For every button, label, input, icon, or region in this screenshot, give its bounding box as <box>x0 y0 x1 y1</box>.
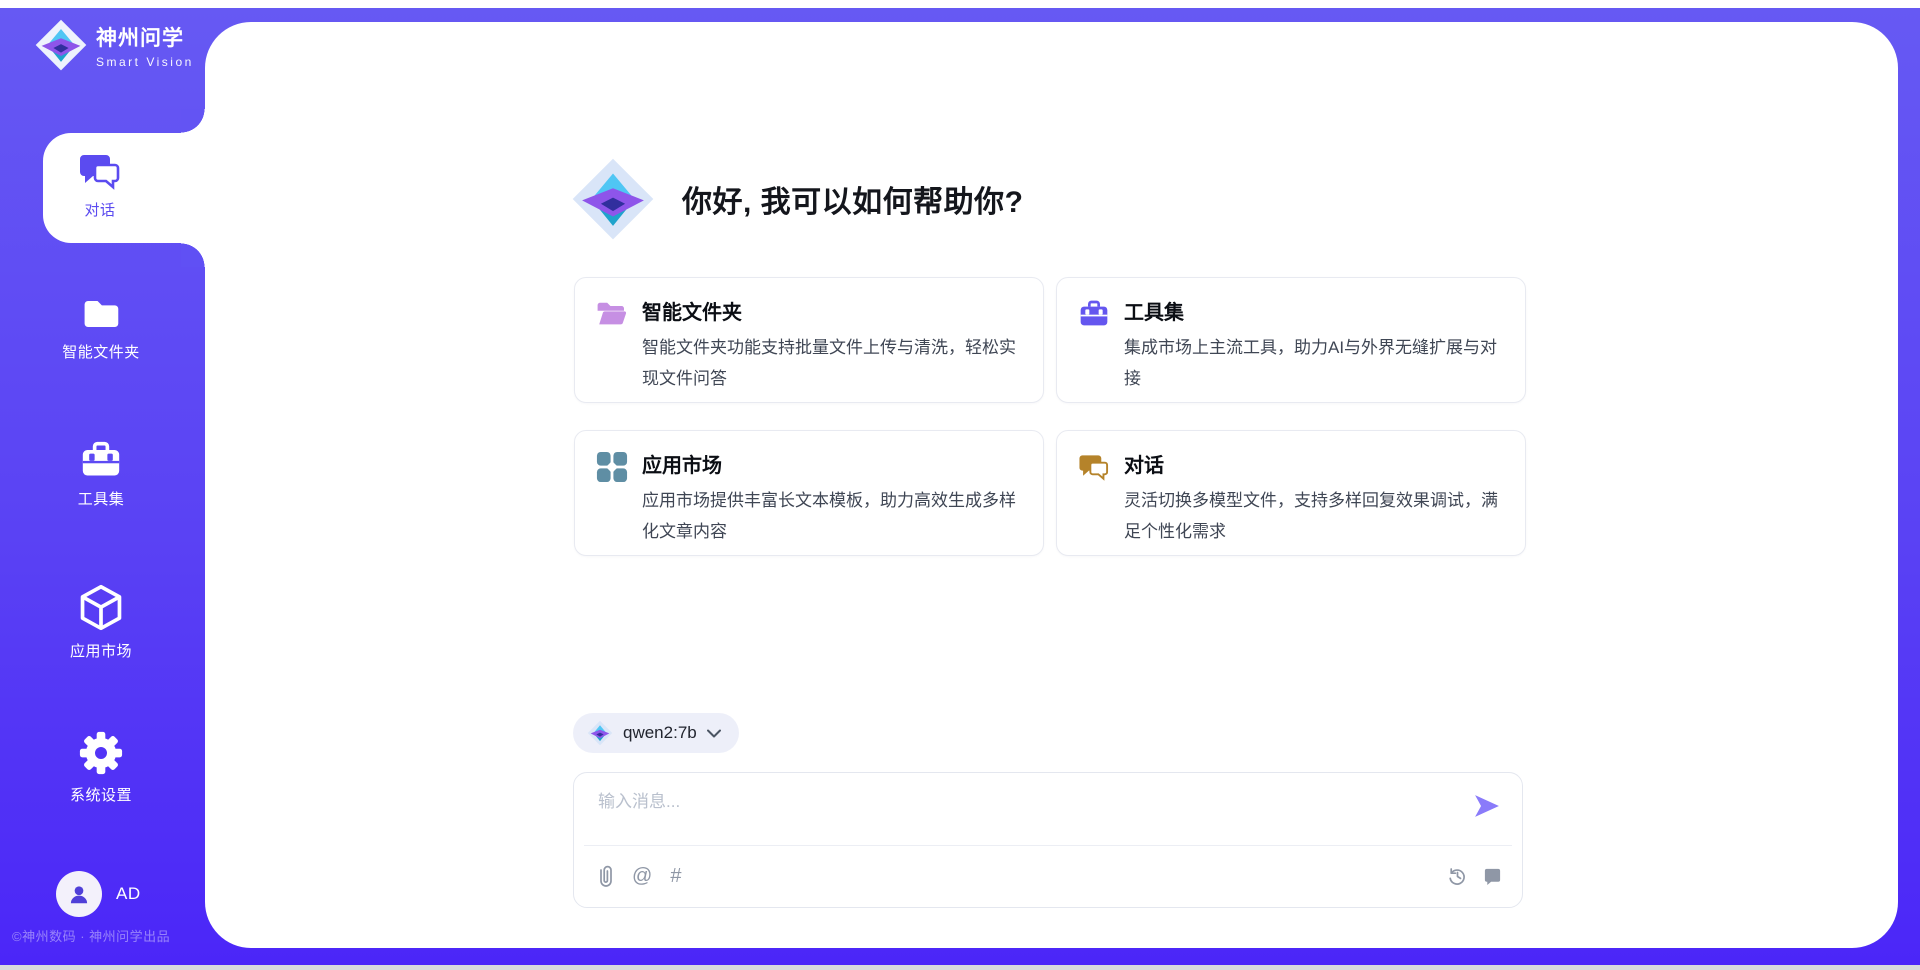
toolbox-icon <box>79 440 123 480</box>
user-account[interactable]: AD <box>56 871 141 917</box>
new-message-button[interactable] <box>1483 867 1502 886</box>
paperclip-icon <box>598 865 614 887</box>
card-toolkit[interactable]: 工具集 集成市场上主流工具，助力AI与外界无缝扩展与对接 <box>1056 277 1526 403</box>
card-description: 应用市场提供丰富长文本模板，助力高效生成多样化文章内容 <box>642 485 1030 547</box>
history-button[interactable] <box>1447 866 1467 886</box>
app-frame: 神州问学 Smart Vision 对话 智能文件夹 <box>0 8 1920 965</box>
model-name: qwen2:7b <box>623 723 697 743</box>
avatar <box>56 871 102 917</box>
sidebar-item-app-market[interactable]: 应用市场 <box>0 584 202 661</box>
folder-icon <box>80 295 122 333</box>
user-initials: AD <box>116 884 141 904</box>
cube-icon <box>78 584 124 632</box>
main-panel: 你好, 我可以如何帮助你? 智能文件夹 智能文件夹功能支持批量文件上传与清洗，轻… <box>205 22 1898 948</box>
sidebar: 神州问学 Smart Vision 对话 智能文件夹 <box>0 8 205 965</box>
chat-bubbles-icon <box>1078 451 1110 483</box>
feature-cards: 智能文件夹 智能文件夹功能支持批量文件上传与清洗，轻松实现文件问答 工具集 集成… <box>574 277 1526 556</box>
gear-icon <box>78 730 124 776</box>
brand-diamond-icon <box>34 18 88 72</box>
card-title: 对话 <box>1124 449 1164 478</box>
person-icon <box>66 881 92 907</box>
chat-bubbles-icon <box>78 151 122 191</box>
greeting: 你好, 我可以如何帮助你? <box>570 156 1024 242</box>
tab-fillet-bottom <box>181 243 205 267</box>
brand-name: 神州问学 <box>96 22 194 52</box>
assistant-diamond-icon <box>570 156 656 242</box>
message-input[interactable] <box>598 787 1428 839</box>
sidebar-item-label: 对话 <box>84 199 115 220</box>
sidebar-item-label: 应用市场 <box>70 640 132 661</box>
tab-fillet-top <box>181 109 205 133</box>
send-icon[interactable] <box>1474 795 1500 817</box>
composer-toolbar: @ # <box>598 845 1502 907</box>
sidebar-item-toolkit[interactable]: 工具集 <box>0 440 202 509</box>
history-clock-icon <box>1447 866 1467 886</box>
copyright-text: ©神州数码 · 神州问学出品 <box>12 926 202 945</box>
chevron-down-icon <box>707 729 721 738</box>
attach-file-button[interactable] <box>598 865 614 887</box>
card-chat[interactable]: 对话 灵活切换多模型文件，支持多样回复效果调试，满足个性化需求 <box>1056 430 1526 556</box>
model-diamond-icon <box>587 720 613 746</box>
greeting-title: 你好, 我可以如何帮助你? <box>682 177 1024 221</box>
sidebar-item-label: 系统设置 <box>70 784 132 805</box>
card-description: 灵活切换多模型文件，支持多样回复效果调试，满足个性化需求 <box>1124 485 1512 547</box>
mention-button[interactable]: @ <box>632 866 652 886</box>
card-description: 集成市场上主流工具，助力AI与外界无缝扩展与对接 <box>1124 332 1512 394</box>
brand-subtitle: Smart Vision <box>96 55 194 69</box>
card-title: 工具集 <box>1124 296 1184 325</box>
card-smart-folder[interactable]: 智能文件夹 智能文件夹功能支持批量文件上传与清洗，轻松实现文件问答 <box>574 277 1044 403</box>
model-selector[interactable]: qwen2:7b <box>573 713 739 753</box>
sidebar-item-smart-folder[interactable]: 智能文件夹 <box>0 295 202 362</box>
card-title: 应用市场 <box>642 449 722 478</box>
card-title: 智能文件夹 <box>642 296 742 325</box>
hashtag-button[interactable]: # <box>670 866 681 886</box>
message-composer: @ # <box>573 772 1523 908</box>
message-bubble-icon <box>1483 867 1502 886</box>
sidebar-item-label: 智能文件夹 <box>62 341 140 362</box>
card-app-market[interactable]: 应用市场 应用市场提供丰富长文本模板，助力高效生成多样化文章内容 <box>574 430 1044 556</box>
sidebar-item-chat[interactable]: 对话 <box>43 133 205 243</box>
grid-icon <box>596 451 628 483</box>
bottom-scrollbar-strip <box>0 965 1920 970</box>
brand-logo: 神州问学 Smart Vision <box>34 18 194 72</box>
open-folder-icon <box>596 298 628 330</box>
sidebar-item-settings[interactable]: 系统设置 <box>0 730 202 805</box>
sidebar-item-label: 工具集 <box>78 488 125 509</box>
toolbox-icon <box>1078 298 1110 330</box>
card-description: 智能文件夹功能支持批量文件上传与清洗，轻松实现文件问答 <box>642 332 1030 394</box>
